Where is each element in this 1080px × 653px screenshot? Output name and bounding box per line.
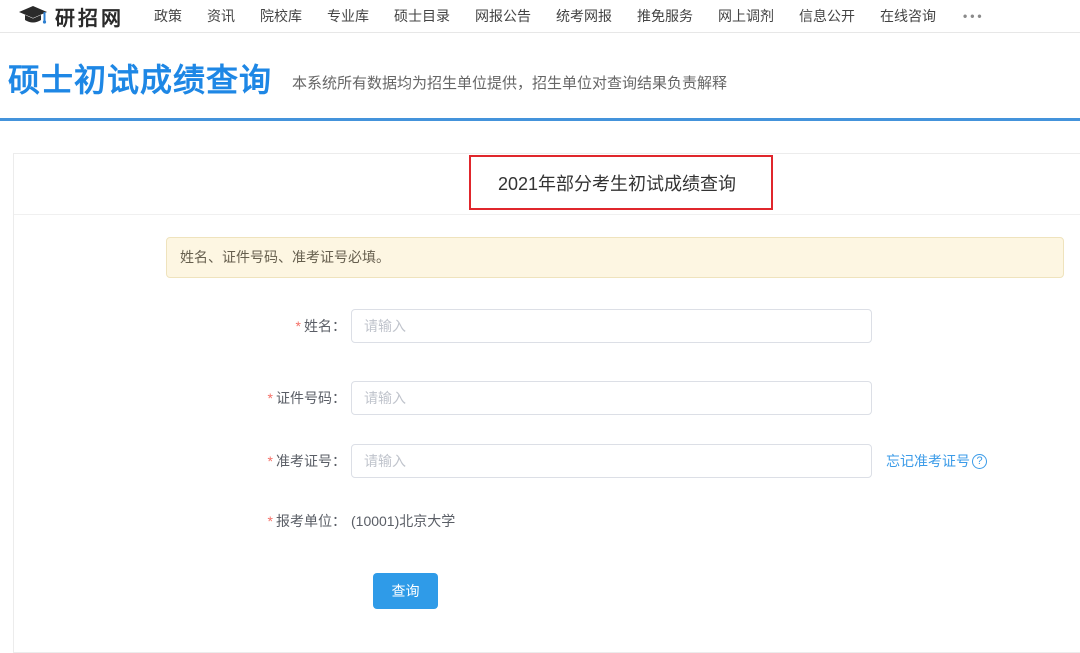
id-number-label: *证件号码：	[14, 388, 346, 408]
nav-item-info-disclosure[interactable]: 信息公开	[799, 6, 855, 26]
query-card: 2021年部分考生初试成绩查询 姓名、证件号码、准考证号必填。 *姓名： *证件…	[13, 153, 1080, 653]
admission-ticket-input[interactable]	[351, 444, 872, 478]
unit-label: *报考单位：	[14, 511, 346, 531]
query-button[interactable]: 查询	[373, 573, 438, 609]
form-row-admission-ticket: *准考证号： 忘记准考证号?	[14, 444, 987, 478]
page-subtitle: 本系统所有数据均为招生单位提供，招生单位对查询结果负责解释	[292, 74, 727, 94]
form-row-name: *姓名：	[14, 309, 872, 343]
nav-item-college-library[interactable]: 院校库	[260, 6, 302, 26]
admission-ticket-label: *准考证号：	[14, 451, 346, 471]
site-logo-text: 研招网	[55, 2, 124, 31]
site-logo[interactable]: 研招网	[18, 2, 124, 31]
question-circle-icon: ?	[972, 454, 987, 469]
header-divider	[0, 118, 1080, 121]
name-label: *姓名：	[14, 316, 346, 336]
nav-item-policy[interactable]: 政策	[154, 6, 182, 26]
nav-item-unified-exam-report[interactable]: 统考网报	[556, 6, 612, 26]
nav-item-online-consult[interactable]: 在线咨询	[880, 6, 936, 26]
required-asterisk: *	[268, 453, 273, 469]
required-asterisk: *	[268, 513, 273, 529]
nav-item-master-catalog[interactable]: 硕士目录	[394, 6, 450, 26]
required-asterisk: *	[268, 390, 273, 406]
form-row-id-number: *证件号码：	[14, 381, 872, 415]
nav-more-dots-icon[interactable]: •••	[963, 9, 985, 23]
top-navbar: 研招网 政策 资讯 院校库 专业库 硕士目录 网报公告 统考网报 推免服务 网上…	[0, 0, 1080, 33]
nav-links: 政策 资讯 院校库 专业库 硕士目录 网报公告 统考网报 推免服务 网上调剂 信…	[154, 6, 985, 26]
nav-item-major-library[interactable]: 专业库	[327, 6, 369, 26]
nav-item-news[interactable]: 资讯	[207, 6, 235, 26]
unit-value: (10001)北京大学	[351, 511, 455, 531]
id-number-input[interactable]	[351, 381, 872, 415]
page-title: 硕士初试成绩查询	[8, 60, 272, 100]
required-fields-notice: 姓名、证件号码、准考证号必填。	[166, 237, 1064, 278]
forgot-ticket-link[interactable]: 忘记准考证号?	[886, 451, 987, 471]
form-row-unit: *报考单位： (10001)北京大学	[14, 504, 455, 538]
required-asterisk: *	[296, 318, 301, 334]
nav-item-online-report-notice[interactable]: 网报公告	[475, 6, 531, 26]
name-input[interactable]	[351, 309, 872, 343]
card-title: 2021年部分考生初试成绩查询	[14, 154, 1080, 215]
nav-item-online-adjustment[interactable]: 网上调剂	[718, 6, 774, 26]
graduation-cap-icon	[18, 5, 48, 27]
nav-item-exempt-service[interactable]: 推免服务	[637, 6, 693, 26]
